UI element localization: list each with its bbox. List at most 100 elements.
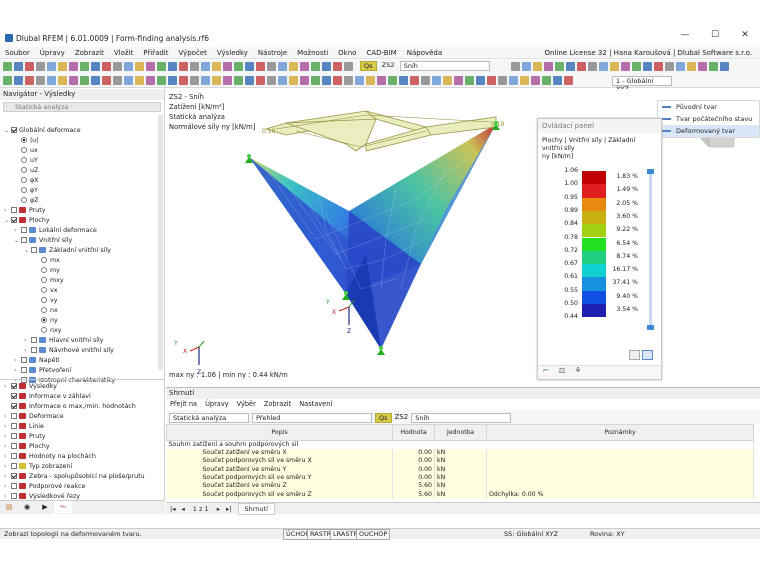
table-row[interactable]: Součet podporových sil ve směru X 0.00 kN (166, 457, 754, 466)
checkbox[interactable] (21, 237, 27, 243)
expand-icon[interactable]: › (4, 412, 11, 422)
tab-display-icon[interactable]: ◉ (18, 501, 36, 513)
toolbar-button[interactable] (643, 62, 652, 71)
toolbar-button[interactable] (421, 76, 430, 85)
toolbar-button[interactable] (720, 62, 729, 71)
menu-moznosti[interactable]: Možnosti (292, 47, 333, 59)
tree-item[interactable]: › Deformace (4, 412, 64, 422)
radio-button[interactable] (21, 147, 27, 153)
toolbar-button[interactable] (91, 76, 100, 85)
checkbox[interactable] (11, 413, 17, 419)
tree-item[interactable]: uZ (14, 166, 38, 176)
tree-item[interactable]: › Typ zobrazení (4, 462, 72, 472)
summary-analysis-select[interactable]: Statická analýza (169, 412, 249, 423)
radio-button[interactable] (21, 137, 27, 143)
radio-button[interactable] (21, 177, 27, 183)
checkbox[interactable] (11, 453, 17, 459)
toolbar-button[interactable] (531, 76, 540, 85)
toolbar-button[interactable] (223, 62, 232, 71)
tree-item[interactable]: › Zebra - spolupůsobící na ploše/prutu (4, 472, 145, 482)
toolbar-button[interactable] (709, 62, 718, 71)
menu-deformed-shape[interactable]: Deformovaný tvar (658, 125, 759, 137)
expand-icon[interactable]: ⌄ (24, 246, 31, 256)
toolbar-button[interactable] (234, 76, 243, 85)
tree-item[interactable]: φY (14, 186, 38, 196)
checkbox[interactable] (11, 127, 17, 133)
toolbar-button[interactable] (522, 62, 531, 71)
tree-item[interactable]: › Plochy (4, 442, 50, 452)
expand-icon[interactable]: ⌄ (14, 236, 21, 246)
prev-page-icon[interactable]: ◂ (179, 505, 186, 513)
toolbar-button[interactable] (47, 62, 56, 71)
toolbar-button[interactable] (333, 62, 342, 71)
toolbar-button[interactable] (555, 62, 564, 71)
toolbar-button[interactable] (36, 62, 45, 71)
toolbar-button[interactable] (300, 76, 309, 85)
checkbox[interactable] (11, 383, 17, 389)
tree-item[interactable]: › Přetvoření (14, 366, 71, 376)
radio-button[interactable] (41, 307, 47, 313)
menu-vlozit[interactable]: Vložit (109, 47, 138, 59)
toolbar-button[interactable] (465, 76, 474, 85)
toolbar-button[interactable] (14, 76, 23, 85)
menu-edit[interactable]: Úpravy (201, 400, 233, 408)
toolbar-button[interactable] (113, 62, 122, 71)
toolbar-button[interactable] (212, 62, 221, 71)
tree-item[interactable]: ⌄ Vnitřní síly (14, 236, 72, 246)
tree-item[interactable]: mx (34, 256, 60, 266)
toolbar-button[interactable] (311, 62, 320, 71)
toolbar-button[interactable] (168, 62, 177, 71)
minimize-button[interactable]: — (670, 30, 700, 46)
osnap-toggle[interactable]: OUCHOP (356, 529, 391, 540)
toolbar-button[interactable] (245, 62, 254, 71)
expand-icon[interactable]: › (4, 382, 11, 392)
toolbar-button[interactable] (333, 76, 342, 85)
toolbar-button[interactable] (443, 76, 452, 85)
tree-item[interactable]: nxy (34, 326, 61, 336)
toolbar-button[interactable] (665, 62, 674, 71)
tree-item[interactable]: › Napětí (14, 356, 60, 366)
toolbar-button[interactable] (25, 62, 34, 71)
expand-icon[interactable]: › (14, 356, 21, 366)
toolbar-button[interactable] (610, 62, 619, 71)
checkbox[interactable] (11, 443, 17, 449)
toolbar-button[interactable] (135, 76, 144, 85)
toolbar-button[interactable] (179, 62, 188, 71)
tree-item[interactable]: Informace v záhlaví (4, 392, 91, 402)
toolbar-button[interactable] (544, 62, 553, 71)
menu-vypocet[interactable]: Výpočet (174, 47, 212, 59)
toolbar-button[interactable] (355, 76, 364, 85)
toolbar-button[interactable] (366, 76, 375, 85)
summary-view-select[interactable]: Přehled (252, 412, 372, 423)
tree-item[interactable]: › Podporové reakce (4, 482, 85, 492)
toolbar-button[interactable] (511, 62, 520, 71)
tree-item[interactable]: mxy (34, 276, 64, 286)
toolbar-button[interactable] (3, 62, 12, 71)
slider-handle-bottom[interactable] (647, 325, 654, 330)
tree-item[interactable]: ny (34, 316, 58, 326)
tree-item[interactable]: |u| (14, 136, 38, 146)
expand-icon[interactable]: ⌄ (4, 126, 11, 136)
toolbar-button[interactable] (135, 62, 144, 71)
expand-icon[interactable]: › (4, 482, 11, 492)
expand-icon[interactable]: › (4, 442, 11, 452)
toolbar-button[interactable] (399, 76, 408, 85)
checkbox[interactable] (11, 217, 17, 223)
expand-icon[interactable]: › (4, 472, 11, 482)
checkbox[interactable] (31, 347, 37, 353)
toolbar-button[interactable] (168, 76, 177, 85)
menu-soubor[interactable]: Soubor (0, 47, 35, 59)
toolbar-button[interactable] (3, 76, 12, 85)
tree-item[interactable]: φZ (14, 196, 38, 206)
toolbar-button[interactable] (577, 62, 586, 71)
menu-original-shape[interactable]: Původní tvar (658, 101, 759, 113)
toolbar-button[interactable] (698, 62, 707, 71)
toolbar-button[interactable] (124, 62, 133, 71)
toolbar-button[interactable] (322, 76, 331, 85)
toolbar-button[interactable] (289, 62, 298, 71)
toolbar-button[interactable] (621, 62, 630, 71)
checkbox[interactable] (11, 493, 17, 499)
toolbar-button[interactable] (487, 76, 496, 85)
checkbox[interactable] (11, 473, 17, 479)
toolbar-button[interactable] (25, 76, 34, 85)
